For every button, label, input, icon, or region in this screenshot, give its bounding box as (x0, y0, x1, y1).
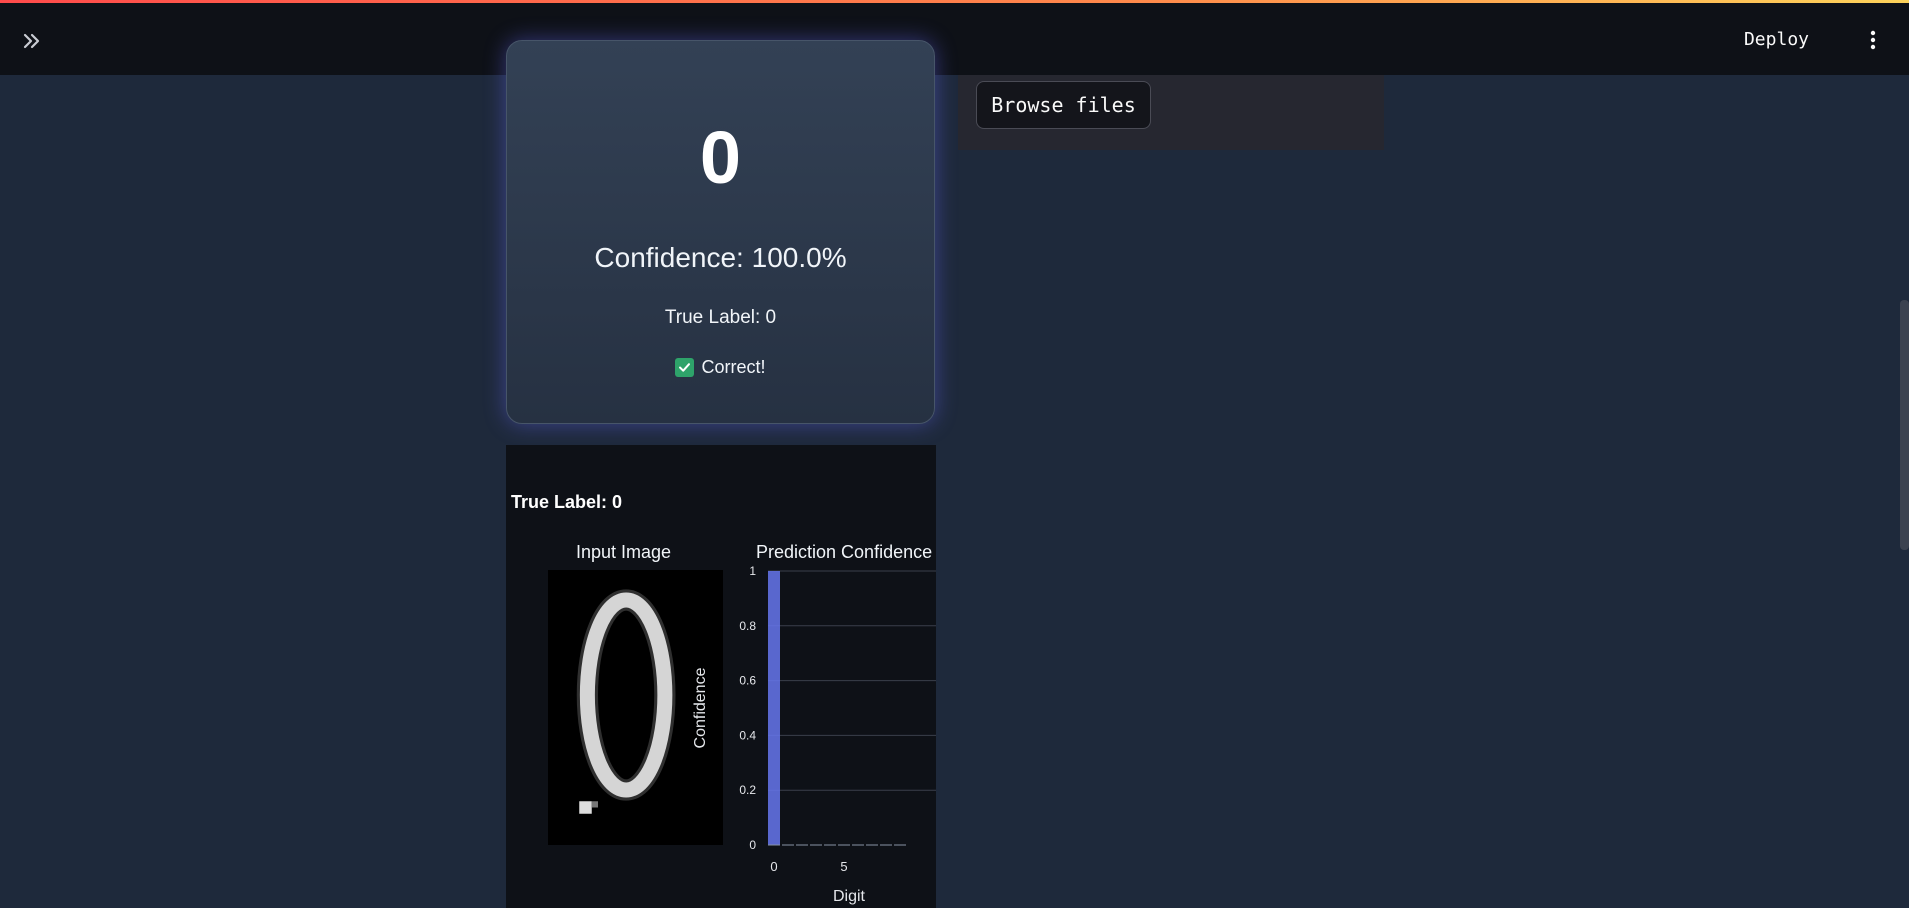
app-header: Deploy (0, 3, 1909, 75)
check-mark-icon (675, 358, 695, 377)
confidence-chart: 0 0.2 0.4 0.6 0.8 1 0 5 Digit Confidence (692, 564, 936, 905)
prediction-status: Correct! (507, 357, 934, 378)
chart-bar (768, 571, 780, 845)
browse-files-button[interactable]: Browse files (976, 81, 1151, 129)
confidence-text: Confidence: 100.0% (594, 242, 847, 273)
y-tick-label: 1 (749, 564, 756, 578)
prediction-card: 0 Confidence: 100.0% True Label: 0 Corre… (506, 40, 935, 424)
x-tick-label: 0 (770, 859, 777, 874)
y-tick-label: 0 (749, 838, 756, 852)
prediction-figure: True Label: 0 Input Image Prediction Con… (506, 445, 936, 908)
y-tick-label: 0.8 (739, 619, 756, 633)
status-text: Correct! (701, 357, 766, 377)
x-axis-label: Digit (833, 888, 866, 905)
deploy-button[interactable]: Deploy (1744, 25, 1809, 55)
expand-sidebar-button[interactable] (16, 25, 48, 57)
main-menu-button[interactable] (1863, 25, 1883, 55)
file-uploader: Browse files (958, 75, 1384, 150)
y-tick-label: 0.6 (739, 674, 756, 688)
page-scrollbar[interactable] (1900, 300, 1909, 550)
vertical-ellipsis-icon (1870, 30, 1876, 50)
x-tick-label: 5 (840, 859, 847, 874)
y-axis-label: Confidence (692, 667, 709, 748)
y-tick-label: 0.2 (739, 783, 756, 797)
double-chevron-right-icon (23, 33, 40, 49)
y-tick-label: 0.4 (739, 728, 756, 742)
predicted-digit: 0 (699, 116, 742, 199)
true-label-text: True Label: 0 (664, 307, 777, 328)
